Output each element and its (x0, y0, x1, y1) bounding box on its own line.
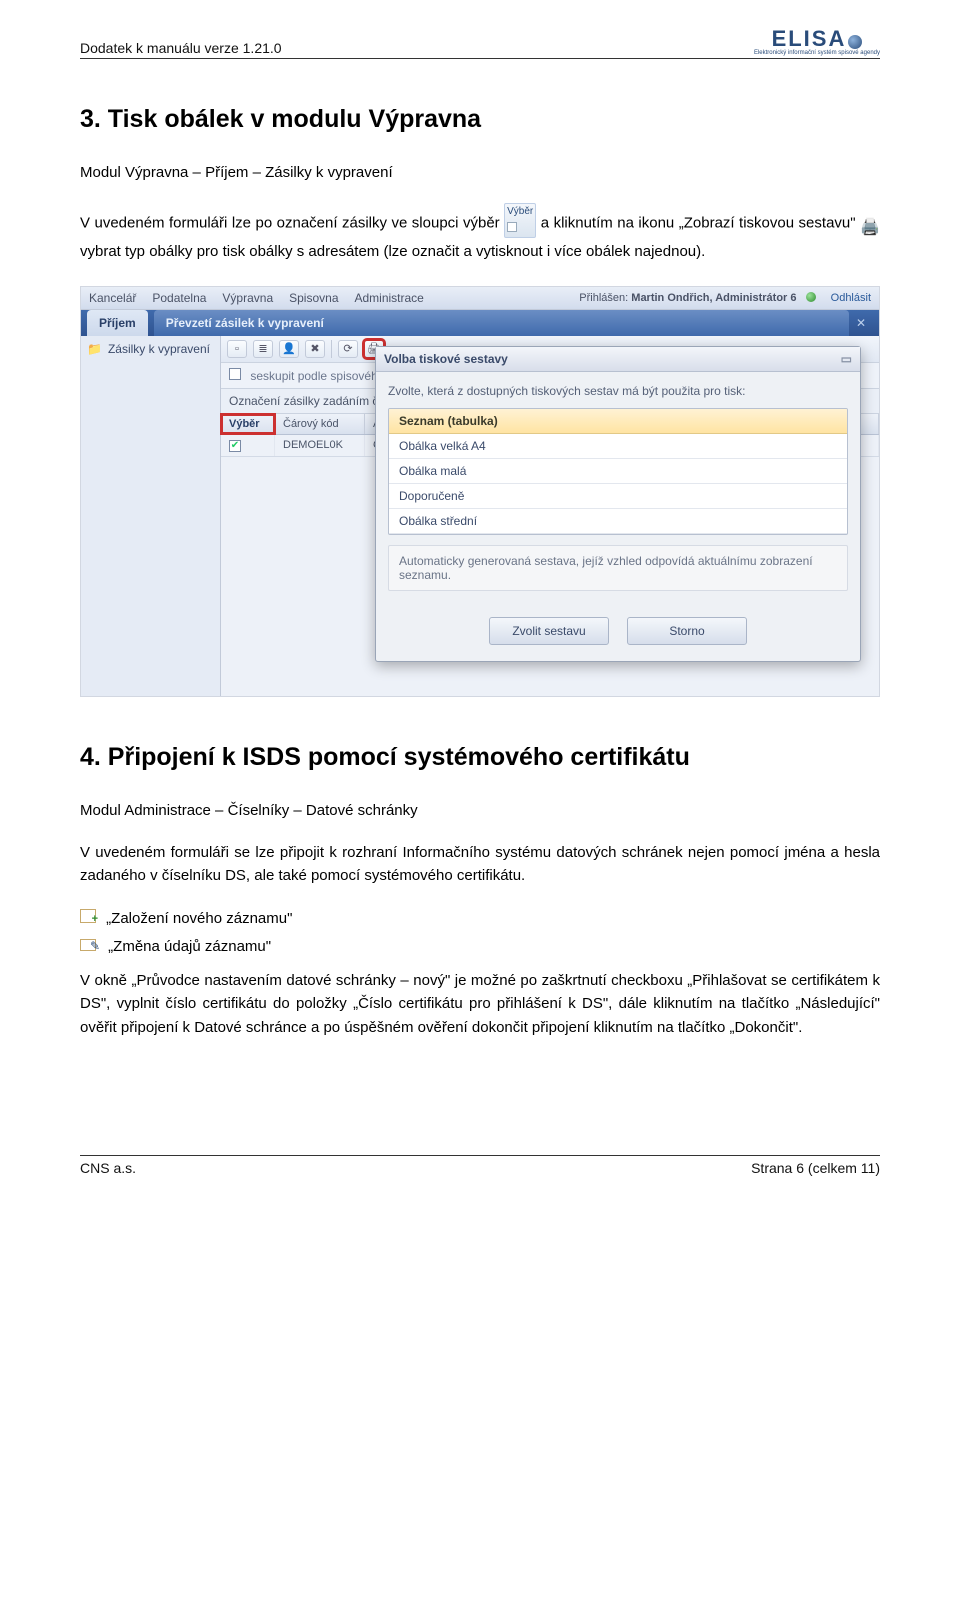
document-footer: CNS a.s. Strana 6 (celkem 11) (80, 1155, 880, 1176)
footer-right: Strana 6 (celkem 11) (751, 1160, 880, 1176)
new-record-line: „Založení nového záznamu" (80, 909, 880, 927)
edit-record-icon (80, 937, 98, 951)
row-checkbox-icon[interactable]: ✔ (229, 440, 241, 452)
modal-close-icon[interactable]: ▭ (841, 352, 852, 366)
footer-left: CNS a.s. (80, 1160, 136, 1176)
tool-icon-delete[interactable]: ✖ (305, 340, 325, 358)
modal-titlebar: Volba tiskové sestavy ▭ (376, 347, 860, 372)
app-menubar: Kancelář Podatelna Výpravna Spisovna Adm… (81, 287, 879, 310)
list-item[interactable]: Obálka střední (389, 509, 847, 534)
list-item[interactable]: Obálka malá (389, 459, 847, 484)
modal-title: Volba tiskové sestavy (384, 352, 508, 366)
app-main: ▫ ≣ 👤 ✖ ⟳ 🖨 seskupit podle spisového uzl… (221, 336, 879, 696)
section3-subheading: Modul Výpravna – Příjem – Zásilky k vypr… (80, 164, 880, 181)
list-item[interactable]: Seznam (tabulka) (389, 409, 847, 434)
edit-record-line: „Změna údajů záznamu" (80, 937, 880, 955)
modal-footer: Zvolit sestavu Storno (376, 603, 860, 661)
folder-icon: 📁 (87, 342, 102, 356)
logo: ELISA Elektronický informační systém spi… (754, 28, 880, 56)
section3-title: 3. Tisk obálek v modulu Výpravna (80, 105, 880, 134)
col-carovy-kod[interactable]: Čárový kód (275, 414, 365, 434)
new-record-label: „Založení nového záznamu" (106, 910, 292, 927)
checkbox-icon[interactable] (229, 368, 241, 380)
cell-kod: DEMOEL0K (275, 435, 365, 456)
col-vyber[interactable]: Výběr (221, 414, 275, 434)
tool-icon-3[interactable]: 👤 (279, 340, 299, 358)
tab-prijem[interactable]: Příjem (87, 310, 148, 336)
menu-kancelar[interactable]: Kancelář (89, 291, 136, 305)
status-dot-icon (806, 292, 816, 302)
new-record-icon (80, 909, 96, 923)
menu-vypravna[interactable]: Výpravna (222, 291, 273, 305)
doc-header-text: Dodatek k manuálu verze 1.21.0 (80, 40, 282, 56)
p1b: a kliknutím na ikonu „Zobrazí tiskovou s… (541, 215, 860, 232)
menu-administrace[interactable]: Administrace (355, 291, 424, 305)
document-header: Dodatek k manuálu verze 1.21.0 ELISA Ele… (80, 28, 880, 59)
choose-template-button[interactable]: Zvolit sestavu (489, 617, 609, 645)
logout-link[interactable]: Odhlásit (831, 292, 871, 304)
logo-subtext: Elektronický informační systém spisové a… (754, 50, 880, 56)
app-sidebar: 📁 Zásilky k vypravení (81, 336, 221, 696)
section4-p2: V okně „Průvodce nastavením datové schrá… (80, 969, 880, 1039)
template-listbox[interactable]: Seznam (tabulka) Obálka velká A4 Obálka … (388, 408, 848, 535)
panel-close-icon[interactable]: ✕ (849, 310, 873, 336)
tool-icon-1[interactable]: ▫ (227, 340, 247, 358)
sidebar-item-zasilky[interactable]: 📁 Zásilky k vypravení (87, 342, 214, 356)
app-tabbar: Příjem Převzetí zásilek k vypravení ✕ (81, 310, 879, 336)
cancel-button[interactable]: Storno (627, 617, 747, 645)
tool-icon-refresh[interactable]: ⟳ (338, 340, 358, 358)
p1c: vybrat typ obálky pro tisk obálky s adre… (80, 243, 705, 260)
logo-text: ELISA (772, 26, 847, 51)
section4-title: 4. Připojení k ISDS pomocí systémového c… (80, 743, 880, 772)
panel-title: Převzetí zásilek k vypravení (154, 310, 849, 336)
section3-paragraph: V uvedeném formuláři lze po označení zás… (80, 203, 880, 264)
printer-icon: 🖨️ (860, 216, 880, 241)
logo-dot-icon (848, 35, 862, 49)
app-screenshot: Kancelář Podatelna Výpravna Spisovna Adm… (80, 286, 880, 697)
list-item[interactable]: Obálka velká A4 (389, 434, 847, 459)
modal-description: Automaticky generovaná sestava, jejíž vz… (388, 545, 848, 591)
modal-hint: Zvolte, která z dostupných tiskových ses… (388, 384, 848, 398)
login-info: Přihlášen: Martin Ondřich, Administrátor… (579, 292, 871, 304)
p1a: V uvedeném formuláři lze po označení zás… (80, 215, 504, 232)
edit-record-label: „Změna údajů záznamu" (108, 938, 271, 955)
vyber-column-chip-icon: Výběr (504, 203, 536, 238)
tool-icon-2[interactable]: ≣ (253, 340, 273, 358)
print-template-modal: Volba tiskové sestavy ▭ Zvolte, která z … (375, 346, 861, 662)
menu-podatelna[interactable]: Podatelna (152, 291, 206, 305)
section4-subheading: Modul Administrace – Číselníky – Datové … (80, 802, 880, 819)
list-item[interactable]: Doporučeně (389, 484, 847, 509)
section4-p1: V uvedeném formuláři se lze připojit k r… (80, 841, 880, 888)
menu-spisovna[interactable]: Spisovna (289, 291, 338, 305)
